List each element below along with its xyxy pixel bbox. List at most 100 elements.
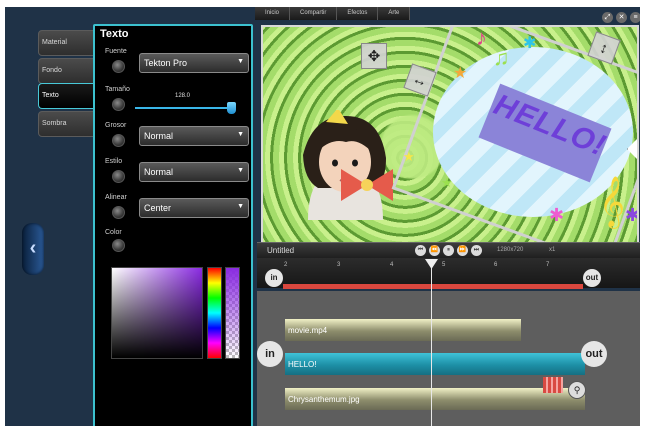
child-photo [303,110,386,220]
chevron-down-icon: ▼ [237,203,244,210]
ruler-tick: 5 [442,262,446,268]
tab-texto[interactable]: Texto [38,83,96,109]
tab-label: Fondo [42,67,62,74]
in-marker-small[interactable]: in [265,269,283,287]
menu-item-arte[interactable]: Arte [378,7,411,20]
app-window: ‹ Material Fondo Texto Sombra Texto Fuen… [5,7,640,426]
weight-select-value: Normal [144,131,174,141]
pause-button[interactable]: ⏸ [443,245,454,256]
fast-forward-button[interactable]: ⏩ [457,245,468,256]
back-arrow-button[interactable]: ‹ [22,223,44,275]
tab-material[interactable]: Material [38,30,96,56]
align-select-value: Center [144,203,172,213]
ruler-tick: 7 [546,262,550,268]
magnifier-icon: ⚲ [573,385,581,395]
ruler-tick: 6 [494,262,498,268]
timeline-toolbar: Untitled ⏮ ⏪ ⏸ ⏩ ⏭ 1280x720 x1 [257,242,640,258]
playhead-line[interactable] [431,259,432,426]
size-slider-fill [135,107,228,109]
close-icon: ✕ [618,14,625,21]
preview-canvas[interactable]: HELLO! ♪ ♫ ✱ ★ ★ ★ ✱ 𝄞 ✱ ✥ ↔ ↕ [261,25,639,247]
music-note-icon: ♪ [476,25,487,50]
clip-transition-marker[interactable] [543,377,563,393]
tab-label: Texto [42,92,59,99]
project-name: Untitled [267,246,295,255]
align-label: Alinear [105,194,127,201]
horizontal-arrows-icon: ↔ [409,69,430,92]
size-knob[interactable] [112,98,125,111]
menu-item-compartir[interactable]: Compartir [290,7,338,20]
opacity-slider[interactable] [225,267,240,359]
resize-icon: ⤢ [604,14,611,21]
hue-slider[interactable] [207,267,222,359]
font-select[interactable]: Tekton Pro ▼ [139,53,249,73]
clip-label: movie.mp4 [288,326,328,335]
size-value: 128.0 [175,93,191,99]
star-icon: ✱ [523,35,537,52]
selection-range-bar[interactable] [283,284,583,289]
style-knob[interactable] [112,170,125,183]
size-label: Tamaño [105,86,130,93]
align-knob[interactable] [112,206,125,219]
music-note-icon: ♫ [493,45,510,70]
font-select-value: Tekton Pro [144,58,188,68]
style-label: Estilo [105,158,123,165]
chevron-down-icon: ▼ [237,58,244,65]
clip-hello-text[interactable]: HELLO! [285,353,585,375]
out-marker[interactable]: out [581,341,607,367]
clip-chrysanthemum[interactable]: Chrysanthemum.jpg [285,388,585,410]
star-icon: ★ [441,175,453,190]
vertical-arrows-icon: ↕ [597,39,611,58]
weight-knob[interactable] [112,134,125,147]
font-knob[interactable] [112,60,125,73]
ruler-tick: 3 [337,262,341,268]
tab-label: Sombra [42,120,67,127]
text-properties-panel: Texto Fuente Tekton Pro ▼ Tamaño 128.0 G… [93,24,253,426]
clip-label: Chrysanthemum.jpg [288,395,360,404]
rewind-button[interactable]: ⏪ [429,245,440,256]
weight-label: Grosor [105,122,127,129]
resolution-label[interactable]: 1280x720 [497,247,523,253]
color-knob[interactable] [112,239,125,252]
chevron-left-icon: ‹ [29,237,37,259]
weight-select[interactable]: Normal ▼ [139,126,249,146]
star-icon: ✱ [625,205,639,225]
close-button[interactable]: ✕ [616,12,627,23]
size-slider-thumb[interactable] [227,102,236,114]
speed-label[interactable]: x1 [549,247,555,253]
tab-sombra[interactable]: Sombra [38,111,96,137]
top-menu: Inicio Compartir Efectos Arte [255,7,411,20]
tab-fondo[interactable]: Fondo [38,58,96,84]
resize-button[interactable]: ⤢ [602,12,613,23]
align-select[interactable]: Center ▼ [139,198,249,218]
menu-item-inicio[interactable]: Inicio [255,7,291,20]
skip-start-button[interactable]: ⏮ [415,245,426,256]
star-icon: ✱ [549,205,565,225]
star-icon: ★ [403,149,415,164]
zoom-button[interactable]: ⚲ [568,381,586,399]
size-slider[interactable] [135,107,233,109]
clip-label: HELLO! [288,360,317,369]
clip-movie[interactable]: movie.mp4 [285,319,521,341]
out-marker-small[interactable]: out [583,269,601,287]
menu-item-efectos[interactable]: Efectos [337,7,379,20]
menu-button[interactable]: ≡ [630,12,640,23]
style-select-value: Normal [144,167,174,177]
style-select[interactable]: Normal ▼ [139,162,249,182]
move-handle[interactable]: ✥ [361,43,387,69]
menu-icon: ≡ [633,14,638,21]
font-label: Fuente [105,48,127,55]
in-marker[interactable]: in [257,341,283,367]
move-icon: ✥ [367,48,381,65]
chevron-down-icon: ▼ [237,131,244,138]
tab-label: Material [42,39,67,46]
skip-end-button[interactable]: ⏭ [471,245,482,256]
panel-title: Texto [100,28,129,40]
star-icon: ★ [453,65,468,82]
color-label: Color [105,229,122,236]
ruler-tick: 4 [390,262,394,268]
bowtie-sticker [341,169,393,201]
treble-clef-icon: 𝄞 [599,177,626,226]
ruler-tick: 2 [284,262,288,268]
color-picker-square[interactable] [111,267,203,359]
